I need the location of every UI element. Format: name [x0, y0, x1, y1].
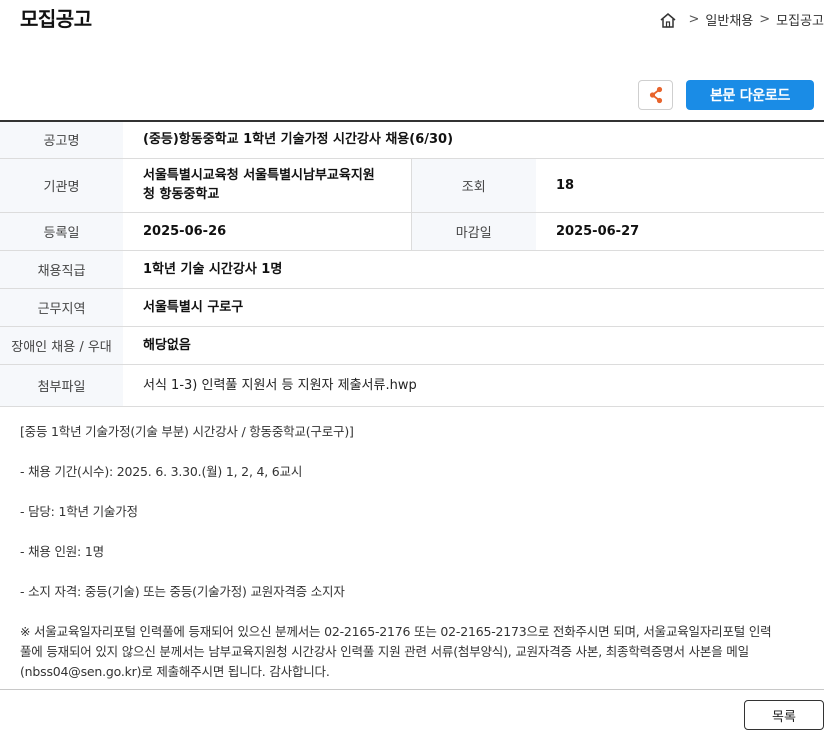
- share-button[interactable]: [638, 80, 673, 110]
- reg-date-value: 2025-06-26: [123, 212, 411, 251]
- breadcrumb: > 일반채용 > 모집공고: [659, 10, 824, 29]
- content-divider: [0, 689, 824, 690]
- notice-info-table: 공고명 (중등)항동중학교 1학년 기술가정 시간강사 채용(6/30) 기관명…: [0, 120, 824, 407]
- deadline-label: 마감일: [410, 212, 536, 251]
- home-icon[interactable]: [659, 12, 677, 28]
- body-line: - 담당: 1학년 기술가정: [20, 504, 138, 519]
- views-label: 조회: [410, 158, 536, 213]
- body-line: - 소지 자격: 중등(기술) 또는 중등(기술가정) 교원자격증 소지자: [20, 584, 345, 599]
- list-button[interactable]: 목록: [744, 700, 824, 730]
- region-value: 서울특별시 구로구: [123, 288, 824, 327]
- attachment-link[interactable]: 서식 1-3) 인력풀 지원서 등 지원자 제출서류.hwp: [123, 364, 824, 407]
- download-body-button[interactable]: 본문 다운로드: [686, 80, 814, 110]
- notice-line: ※ 서울교육일자리포털 인력풀에 등재되어 있으신 분께서는 02-2165-2…: [20, 624, 772, 639]
- region-label: 근무지역: [0, 288, 123, 327]
- table-row: 기관명 서울특별시교육청 서울특별시남부교육지원 청 항동중학교 조회 18: [0, 158, 824, 213]
- body-line: - 채용 기간(시수): 2025. 6. 3.30.(월) 1, 2, 4, …: [20, 464, 303, 479]
- table-row: 채용직급 1학년 기술 시간강사 1명: [0, 250, 824, 289]
- breadcrumb-separator: >: [759, 12, 771, 27]
- table-row: 공고명 (중등)항동중학교 1학년 기술가정 시간강사 채용(6/30): [0, 121, 824, 159]
- reg-date-label: 등록일: [0, 212, 123, 251]
- attachment-label: 첨부파일: [0, 364, 123, 407]
- table-row: 첨부파일 서식 1-3) 인력풀 지원서 등 지원자 제출서류.hwp: [0, 364, 824, 407]
- position-label: 채용직급: [0, 250, 123, 289]
- breadcrumb-item-general-hiring[interactable]: 일반채용: [705, 10, 753, 29]
- org-value-line: 청 항동중학교: [143, 187, 220, 202]
- notice-line: 풀에 등재되어 있지 않으신 분께서는 남부교육지원청 시간강사 인력풀 지원 …: [20, 644, 749, 659]
- org-label: 기관명: [0, 158, 123, 213]
- disability-label: 장애인 채용 / 우대: [0, 326, 123, 365]
- body-line: [중등 1학년 기술가정(기술 부분) 시간강사 / 항동중학교(구로구)]: [20, 424, 354, 439]
- notice-value: (중등)항동중학교 1학년 기술가정 시간강사 채용(6/30): [123, 121, 824, 159]
- position-value: 1학년 기술 시간강사 1명: [123, 250, 824, 289]
- notice-body: [중등 1학년 기술가정(기술 부분) 시간강사 / 항동중학교(구로구)] -…: [20, 422, 810, 682]
- table-row: 등록일 2025-06-26 마감일 2025-06-27: [0, 212, 824, 251]
- disability-value: 해당없음: [123, 326, 824, 365]
- org-value: 서울특별시교육청 서울특별시남부교육지원 청 항동중학교: [123, 158, 411, 213]
- notice-line: (nbss04@sen.go.kr)로 제출해주시면 됩니다. 감사합니다.: [20, 664, 330, 679]
- table-row: 근무지역 서울특별시 구로구: [0, 288, 824, 327]
- share-icon: [649, 86, 662, 104]
- body-line: - 채용 인원: 1명: [20, 544, 104, 559]
- page-title: 모집공고: [20, 7, 92, 31]
- table-row: 장애인 채용 / 우대 해당없음: [0, 326, 824, 365]
- breadcrumb-separator: >: [688, 12, 700, 27]
- views-value: 18: [536, 158, 824, 213]
- deadline-value: 2025-06-27: [536, 212, 824, 251]
- org-value-line: 서울특별시교육청 서울특별시남부교육지원: [143, 168, 375, 183]
- notice-label: 공고명: [0, 121, 123, 159]
- breadcrumb-item-recruitment[interactable]: 모집공고: [776, 10, 824, 29]
- body-notice: ※ 서울교육일자리포털 인력풀에 등재되어 있으신 분께서는 02-2165-2…: [20, 622, 810, 682]
